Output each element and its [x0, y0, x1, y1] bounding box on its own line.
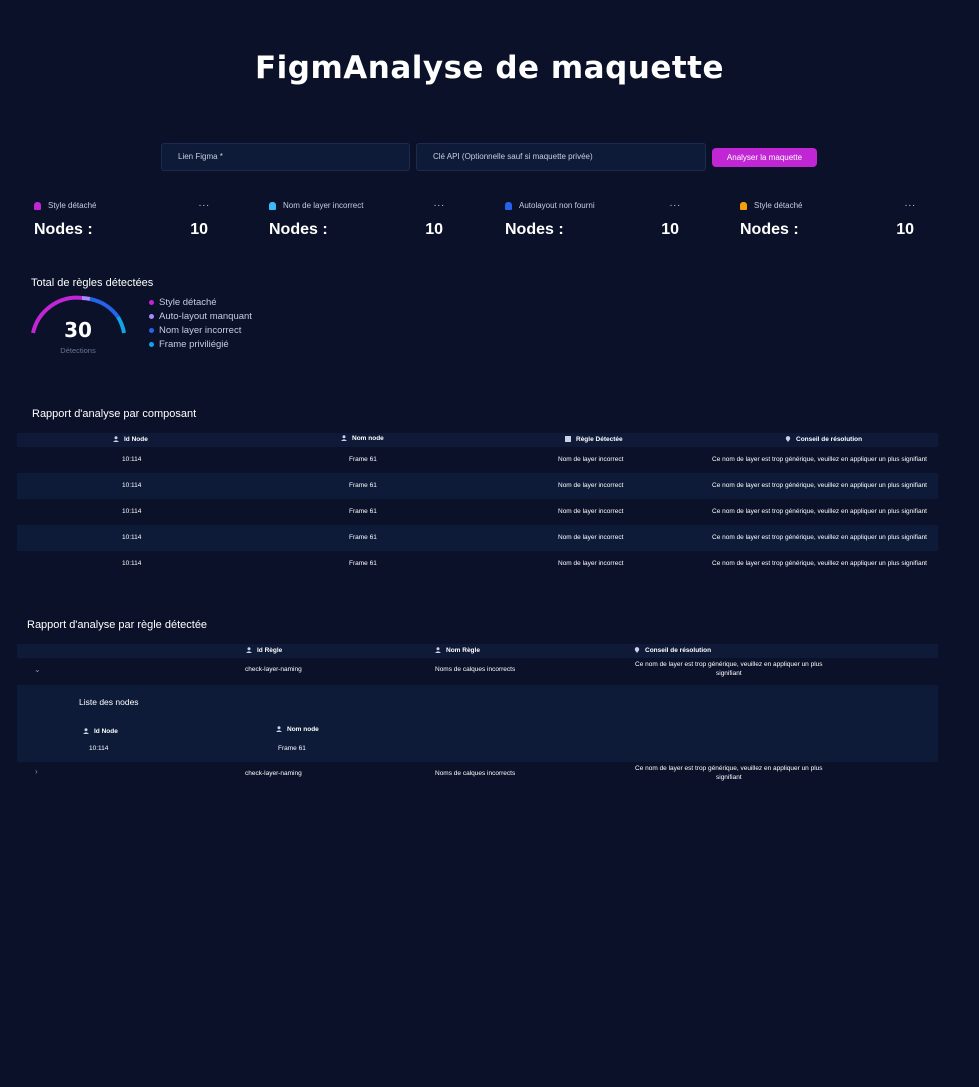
stat-card-autolayout: Autolayout non fourni ... Nodes : 10 — [505, 198, 685, 243]
legend-item: Frame priviliégié — [149, 339, 252, 353]
more-menu-icon[interactable]: ... — [199, 198, 210, 209]
column-header[interactable]: Id Node — [113, 433, 148, 447]
rule-row[interactable]: › check-layer-naming Noms de calques inc… — [17, 764, 938, 790]
legend-item: Style détaché — [149, 297, 252, 311]
card-nodes-label: Nodes : — [34, 221, 93, 238]
page-title: FigmAnalyse de maquette — [254, 50, 725, 86]
card-nodes-label: Nodes : — [269, 221, 328, 238]
column-header[interactable]: Nom node — [276, 723, 319, 737]
user-icon — [246, 647, 252, 653]
rule-row[interactable]: ⌄ check-layer-naming Noms de calques inc… — [17, 660, 938, 686]
table-row[interactable]: 10:114 Frame 61 Nom de layer incorrect C… — [17, 473, 938, 499]
summary-title: Total de règles détectées — [31, 277, 154, 289]
detections-count: 30 — [64, 318, 92, 342]
card-label: Nom de layer incorrect — [283, 201, 364, 210]
rule-report-title: Rapport d'analyse par règle détectée — [27, 619, 208, 631]
bell-icon — [34, 202, 41, 210]
chevron-down-icon[interactable]: ⌄ — [34, 665, 41, 674]
node-name: Frame 61 — [278, 745, 306, 752]
bell-icon — [269, 202, 276, 210]
column-header[interactable]: Nom node — [341, 432, 384, 446]
column-header[interactable]: Règle Détectée — [565, 433, 623, 447]
card-value: 10 — [190, 221, 208, 238]
nodes-list-panel: Liste des nodes Id Node Nom node 10:114 … — [17, 685, 938, 762]
api-key-input[interactable]: Clé API (Optionnelle sauf si maquette pr… — [416, 143, 706, 171]
card-label: Style détaché — [754, 201, 803, 210]
user-icon — [276, 726, 282, 732]
table-row[interactable]: 10:114 Frame 61 Nom de layer incorrect C… — [17, 447, 938, 473]
component-report-title: Rapport d'analyse par composant — [32, 408, 197, 420]
legend-item: Auto-layout manquant — [149, 311, 252, 325]
card-nodes-label: Nodes : — [740, 221, 799, 238]
detections-label: Détections — [60, 346, 96, 355]
user-icon — [83, 728, 89, 734]
card-label: Style détaché — [48, 201, 97, 210]
user-icon — [435, 647, 441, 653]
location-pin-icon — [785, 436, 791, 442]
analyze-button[interactable]: Analyser la maquette — [712, 148, 817, 167]
table-header: Id Node Nom node Règle Détectée Conseil … — [17, 433, 938, 447]
card-label: Autolayout non fourni — [519, 201, 595, 210]
card-value: 10 — [425, 221, 443, 238]
table-row[interactable]: 10:114 Frame 61 Nom de layer incorrect C… — [17, 499, 938, 525]
user-icon — [113, 436, 119, 442]
location-pin-icon — [634, 647, 640, 653]
gauge-legend: Style détaché Auto-layout manquant Nom l… — [149, 297, 252, 353]
user-icon — [341, 435, 347, 441]
stat-card-style-detache-2: Style détaché ... Nodes : 10 — [740, 198, 920, 243]
column-header[interactable]: Id Règle — [246, 644, 282, 658]
more-menu-icon[interactable]: ... — [905, 198, 916, 209]
column-header[interactable]: Id Node — [83, 725, 118, 739]
table-row[interactable]: 10:114 Frame 61 Nom de layer incorrect C… — [17, 525, 938, 551]
figma-link-input[interactable]: Lien Figma * — [161, 143, 410, 171]
card-nodes-label: Nodes : — [505, 221, 564, 238]
bell-icon — [505, 202, 512, 210]
card-value: 10 — [661, 221, 679, 238]
table-row[interactable]: 10:114 Frame 61 Nom de layer incorrect C… — [17, 551, 938, 577]
column-header[interactable]: Conseil de résolution — [634, 644, 711, 658]
column-header[interactable]: Conseil de résolution — [785, 433, 862, 447]
chevron-right-icon[interactable]: › — [35, 767, 38, 776]
nodes-list-title: Liste des nodes — [79, 697, 139, 707]
legend-item: Nom layer incorrect — [149, 325, 252, 339]
stat-card-style-detache: Style détaché ... Nodes : 10 — [34, 198, 214, 243]
table-header: Id Règle Nom Règle Conseil de résolution — [17, 644, 938, 658]
column-header[interactable]: Nom Règle — [435, 644, 480, 658]
more-menu-icon[interactable]: ... — [434, 198, 445, 209]
node-id: 10:114 — [89, 745, 109, 752]
more-menu-icon[interactable]: ... — [670, 198, 681, 209]
checkbox-icon — [565, 436, 571, 442]
bell-icon — [740, 202, 747, 210]
stat-card-nom-layer: Nom de layer incorrect ... Nodes : 10 — [269, 198, 449, 243]
card-value: 10 — [896, 221, 914, 238]
